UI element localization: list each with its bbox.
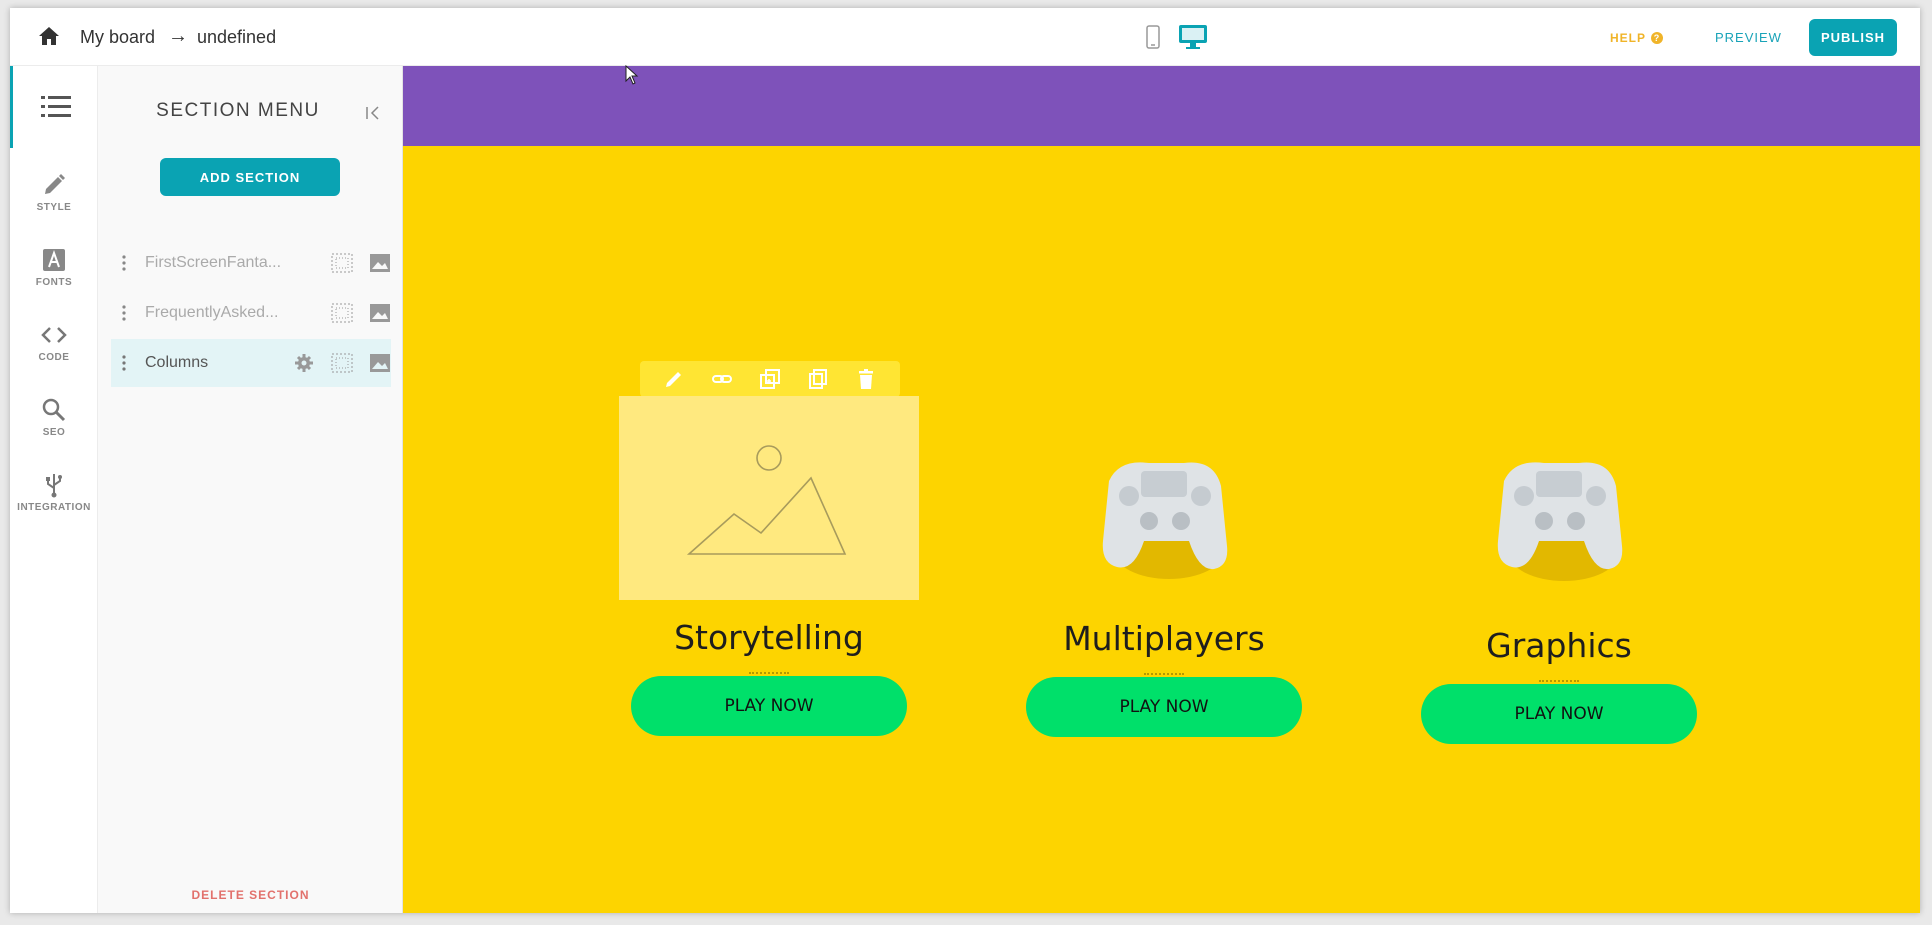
section-name: FirstScreenFanta... xyxy=(145,254,282,271)
help-link[interactable]: HELP ? xyxy=(1610,31,1664,45)
divider xyxy=(1539,680,1579,682)
duplicate-icon[interactable] xyxy=(759,368,781,390)
rail-label-fonts: FONTS xyxy=(35,276,73,288)
rail-label-style: STYLE xyxy=(36,201,72,213)
list-icon xyxy=(40,96,71,117)
collapse-panel-icon[interactable] xyxy=(364,104,384,122)
add-section-button[interactable]: ADD SECTION xyxy=(160,158,340,196)
section-menu-panel: SECTION MENU ADD SECTION FirstScreenFant… xyxy=(98,66,403,913)
mobile-icon[interactable] xyxy=(1146,25,1160,49)
gamepad-image[interactable] xyxy=(1484,441,1634,591)
desktop-icon[interactable] xyxy=(1178,24,1208,50)
play-now-button[interactable]: PLAY NOW xyxy=(1421,684,1697,744)
app-window: My board → undefined HELP ? PREVIEW PUBL… xyxy=(10,8,1920,913)
image-placeholder[interactable] xyxy=(619,396,919,600)
padding-icon[interactable] xyxy=(331,353,353,373)
column-title[interactable]: Graphics xyxy=(1409,626,1709,665)
drag-handle-icon[interactable] xyxy=(111,355,137,371)
rail-item-fonts[interactable]: FONTS xyxy=(10,231,98,303)
column-multiplayers: Multiplayers PLAY NOW xyxy=(1014,396,1314,796)
section-name: FrequentlyAsked... xyxy=(145,304,279,321)
rail-item-code[interactable]: CODE xyxy=(10,306,98,378)
padding-icon[interactable] xyxy=(331,303,353,323)
rail-label-integration: INTEGRATION xyxy=(17,501,91,513)
rail-item-integration[interactable]: INTEGRATION xyxy=(10,456,98,528)
rail-item-style[interactable]: STYLE xyxy=(10,156,98,228)
image-icon[interactable] xyxy=(369,303,391,323)
section-row[interactable]: FirstScreenFanta... xyxy=(111,239,391,287)
image-icon[interactable] xyxy=(369,353,391,373)
image-placeholder-icon xyxy=(686,445,847,555)
help-icon: ? xyxy=(1651,32,1664,44)
pencil-icon[interactable] xyxy=(663,368,685,390)
mouse-cursor-icon xyxy=(625,65,639,85)
pencil-icon xyxy=(45,173,65,194)
publish-button[interactable]: PUBLISH xyxy=(1809,19,1897,56)
breadcrumb-arrow-icon: → xyxy=(168,25,188,47)
column-title[interactable]: Storytelling xyxy=(619,618,919,657)
link-icon[interactable] xyxy=(711,368,733,390)
breadcrumb-page[interactable]: undefined xyxy=(197,27,276,48)
help-label: HELP xyxy=(1610,31,1647,45)
font-icon xyxy=(43,248,65,271)
padding-icon[interactable] xyxy=(331,253,353,273)
gamepad-image[interactable] xyxy=(1089,441,1239,591)
section-row[interactable]: FrequentlyAsked... xyxy=(111,289,391,337)
column-graphics: Graphics PLAY NOW xyxy=(1409,396,1709,796)
breadcrumb-board[interactable]: My board xyxy=(80,27,155,48)
section-row-active[interactable]: Columns xyxy=(111,339,391,387)
home-icon[interactable] xyxy=(38,26,60,46)
rail-item-sections[interactable] xyxy=(10,66,98,148)
divider xyxy=(1144,673,1184,675)
section-name: Columns xyxy=(145,354,209,371)
trash-icon[interactable] xyxy=(855,368,877,390)
code-icon xyxy=(41,326,67,343)
rail-item-seo[interactable]: SEO xyxy=(10,381,98,453)
delete-section-button[interactable]: DELETE SECTION xyxy=(98,888,403,902)
drag-handle-icon[interactable] xyxy=(111,255,137,271)
drag-handle-icon[interactable] xyxy=(111,305,137,321)
column-storytelling: Storytelling PLAY NOW xyxy=(619,396,919,796)
image-icon[interactable] xyxy=(369,253,391,273)
rail-label-seo: SEO xyxy=(42,426,66,438)
left-rail: STYLE FONTS CODE SEO INTEGRATION xyxy=(10,66,98,913)
element-toolbar xyxy=(640,361,900,397)
gear-icon[interactable] xyxy=(293,353,315,373)
search-icon xyxy=(42,398,66,421)
play-now-button[interactable]: PLAY NOW xyxy=(1026,677,1302,737)
page-canvas: Storytelling PLAY NOW Multiplayers PLAY … xyxy=(403,66,1920,913)
usb-icon xyxy=(46,473,62,497)
preview-button[interactable]: PREVIEW xyxy=(1715,30,1782,45)
copy-icon[interactable] xyxy=(807,368,829,390)
panel-title: SECTION MENU xyxy=(156,100,320,121)
rail-label-code: CODE xyxy=(38,351,70,363)
column-title[interactable]: Multiplayers xyxy=(1014,619,1314,658)
columns-section[interactable]: Storytelling PLAY NOW Multiplayers PLAY … xyxy=(403,146,1920,913)
play-now-button[interactable]: PLAY NOW xyxy=(631,676,907,736)
divider xyxy=(749,672,789,674)
top-bar: My board → undefined HELP ? PREVIEW PUBL… xyxy=(10,8,1920,66)
